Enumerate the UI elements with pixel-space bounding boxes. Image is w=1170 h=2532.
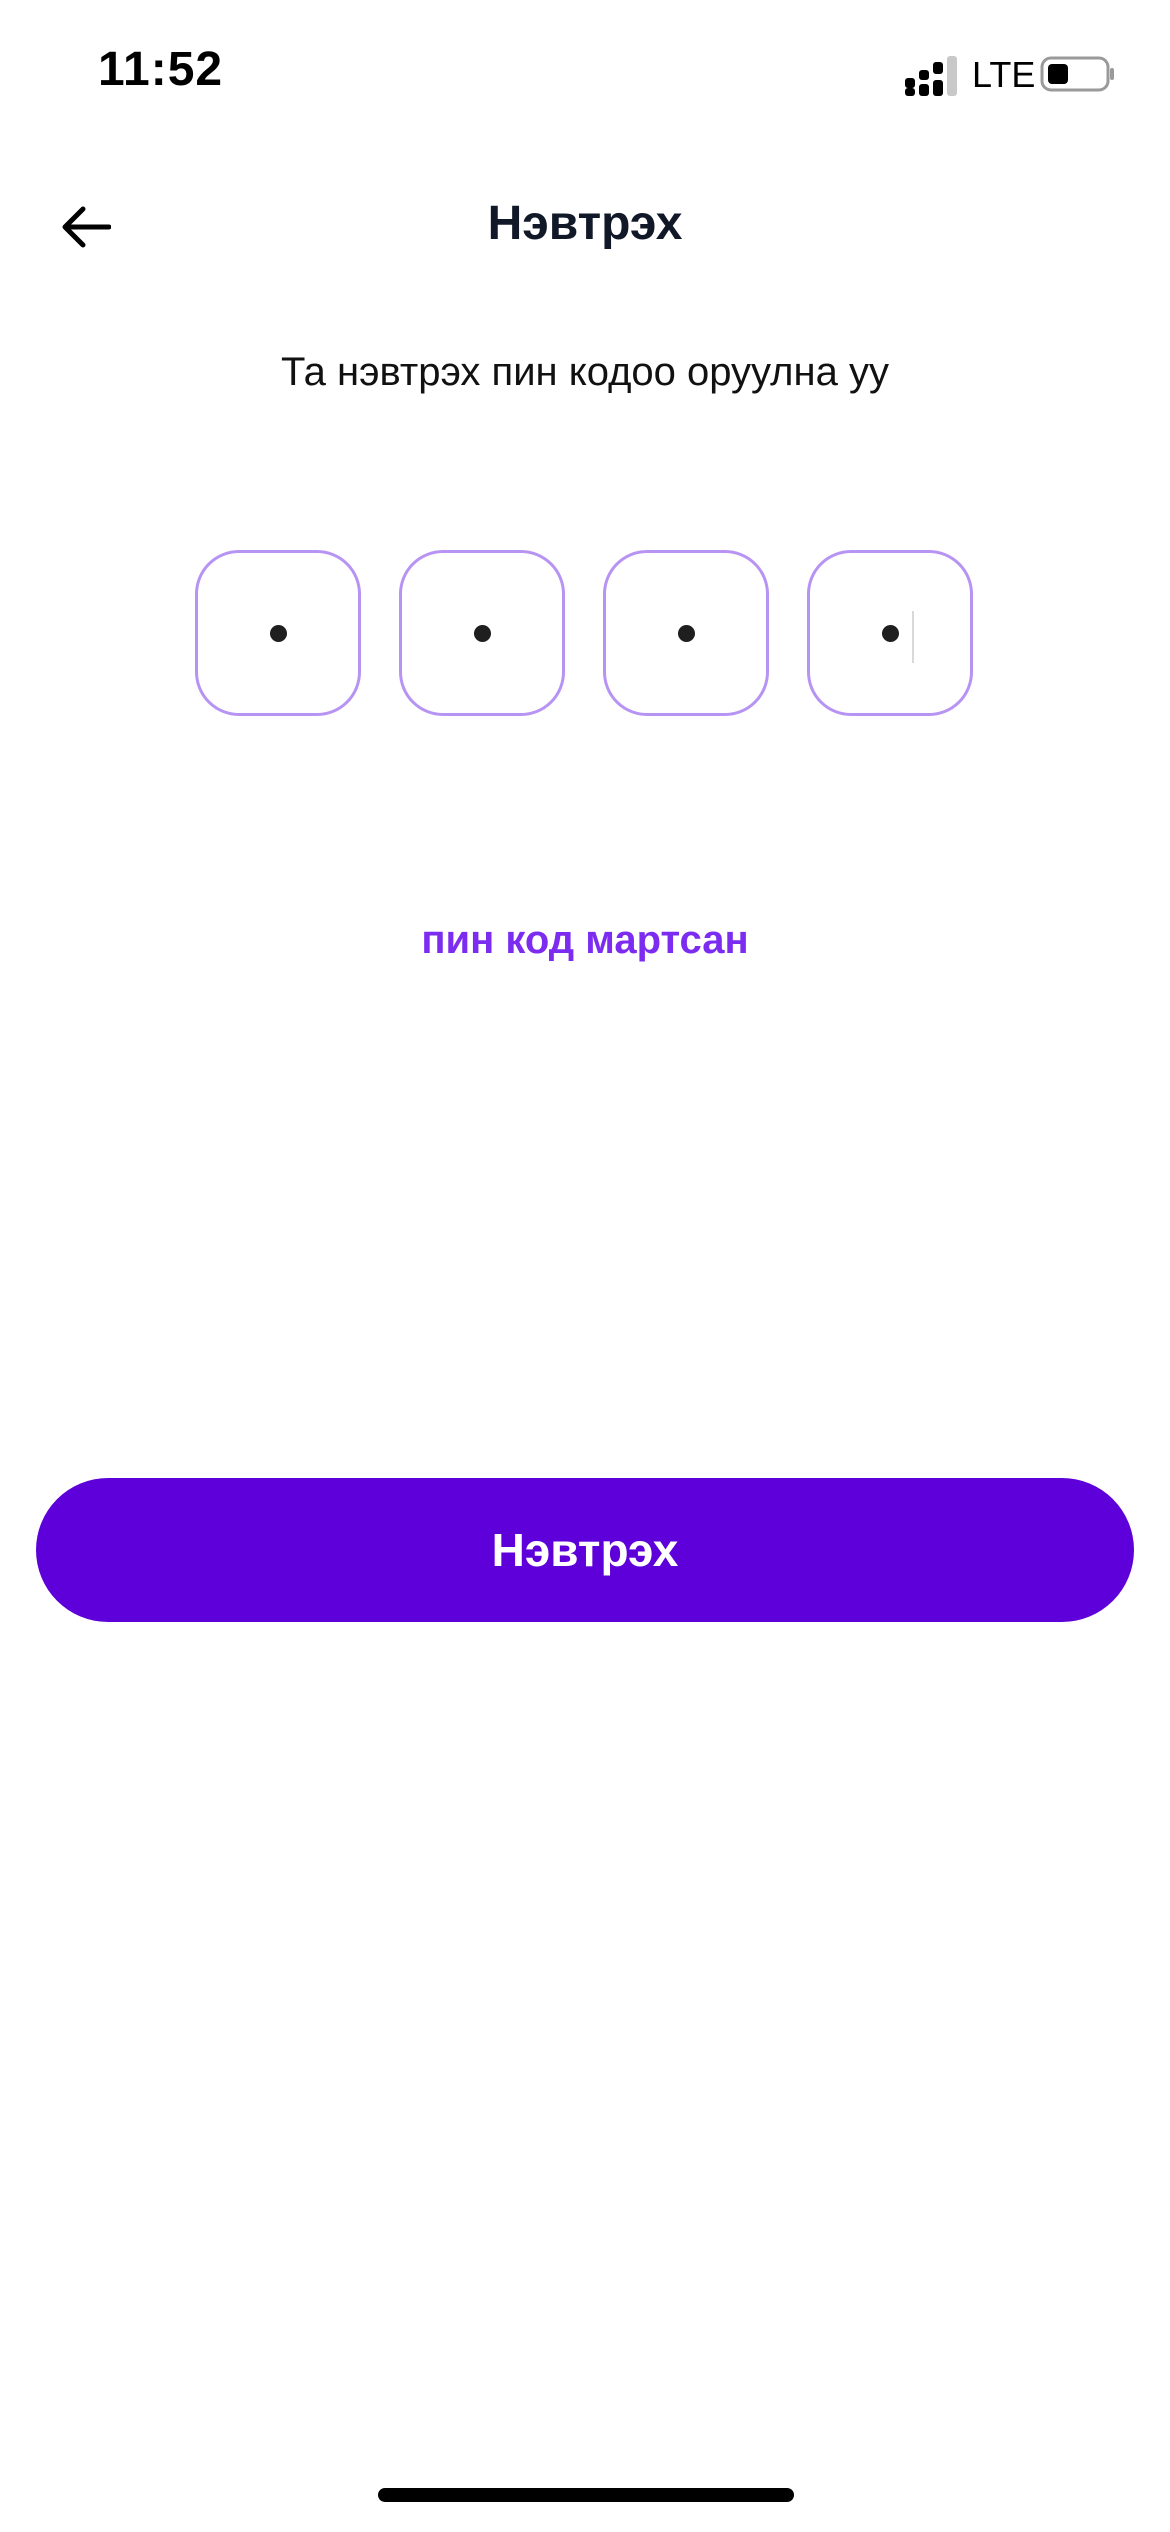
- text-caret: [912, 611, 914, 663]
- pin-instruction: Та нэвтрэх пин кодоо оруулна уу: [281, 350, 889, 394]
- network-label: LTE: [972, 54, 1036, 95]
- pin-digit-box[interactable]: [195, 550, 361, 716]
- page-title: Нэвтрэх: [487, 197, 683, 250]
- pin-dot: [269, 624, 287, 642]
- signal-icon: [905, 56, 957, 96]
- forgot-pin-link[interactable]: пин код мартсан: [0, 918, 1170, 963]
- login-button[interactable]: Нэвтрэх: [36, 1478, 1134, 1622]
- pin-dot: [473, 624, 491, 642]
- pin-input[interactable]: [195, 550, 975, 716]
- pin-dot: [881, 624, 899, 642]
- pin-digit-box[interactable]: [399, 550, 565, 716]
- status-bar: 11:52 LTE: [0, 0, 1170, 150]
- pin-digit-box[interactable]: [603, 550, 769, 716]
- battery-icon: [1040, 56, 1114, 92]
- pin-digit-box[interactable]: [807, 550, 973, 716]
- status-time: 11:52: [98, 43, 224, 96]
- pin-dot: [677, 624, 695, 642]
- header: Нэвтрэх: [0, 170, 1170, 280]
- home-indicator: [378, 2488, 794, 2502]
